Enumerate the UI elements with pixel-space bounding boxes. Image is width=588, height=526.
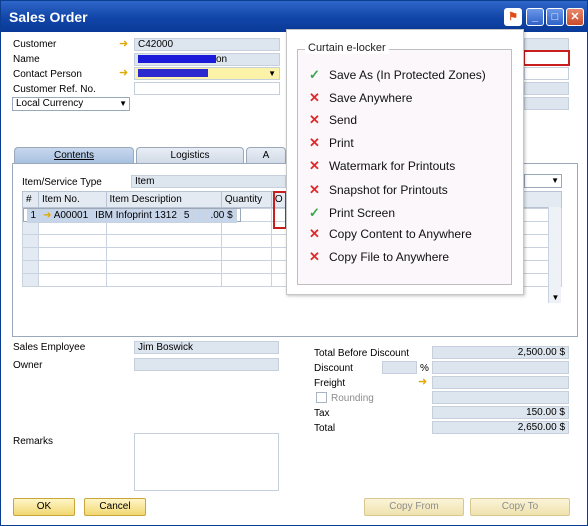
highlight-box-column — [273, 191, 287, 229]
item-type-label: Item/Service Type — [22, 177, 102, 188]
curtain-icon[interactable]: ⚑ — [504, 8, 522, 26]
customer-link-arrow-icon[interactable]: ➜ — [119, 39, 132, 50]
elocker-item-save-as: ✓ Save As (In Protected Zones) — [309, 67, 486, 82]
check-icon: ✓ — [309, 67, 320, 82]
owner-field[interactable] — [134, 358, 279, 371]
elocker-item-send: ✕ Send — [309, 112, 358, 127]
row-total[interactable]: .00 $ — [206, 209, 237, 223]
curtain-elocker-popup: Curtain e-locker ✓ Save As (In Protected … — [286, 29, 524, 295]
cross-icon: ✕ — [309, 112, 320, 127]
total-field[interactable]: 2,650.00 $ — [432, 421, 569, 434]
remarks-field[interactable] — [134, 433, 279, 491]
cross-icon: ✕ — [309, 249, 320, 264]
col-header-item-no[interactable]: Item No. — [37, 191, 107, 208]
total-label: Total — [314, 423, 336, 434]
title-bar: Sales Order ⚑ _ □ ✕ — [1, 1, 587, 32]
grid-scrollbar[interactable]: ▼ — [548, 207, 561, 303]
row-description[interactable]: IBM Infoprint 1312 — [91, 209, 181, 223]
tab-contents[interactable]: Contents — [14, 147, 134, 164]
sales-employee-label: Sales Employee — [13, 342, 86, 353]
col-header-num[interactable]: # — [22, 191, 39, 208]
copy-from-button[interactable]: Copy From — [364, 498, 464, 516]
currency-select[interactable]: Local Currency ▼ — [12, 97, 130, 111]
customer-label: Customer — [13, 39, 57, 50]
ok-button[interactable]: OK — [13, 498, 75, 516]
row-num: 1 — [26, 209, 41, 223]
col-header-quantity[interactable]: Quantity — [220, 191, 272, 208]
chevron-down-icon: ▼ — [551, 176, 559, 185]
col-header-description[interactable]: Item Description — [105, 191, 222, 208]
elocker-item-print-screen: ✓ Print Screen — [309, 205, 396, 220]
elocker-item-copy-content: ✕ Copy Content to Anywhere — [309, 226, 472, 241]
row-quantity[interactable]: 5 — [179, 209, 194, 223]
cross-icon: ✕ — [309, 135, 320, 150]
customer-ref-label: Customer Ref. No. — [13, 84, 96, 95]
row-item-no[interactable]: ➜ A00001 — [39, 209, 93, 223]
elocker-item-snapshot: ✕ Snapshot for Printouts — [309, 182, 448, 197]
minimize-button[interactable]: _ — [526, 8, 544, 26]
close-button[interactable]: ✕ — [566, 8, 584, 26]
percent-sign: % — [420, 363, 429, 374]
customer-field[interactable]: C42000 — [134, 38, 280, 51]
rounding-label: Rounding — [331, 393, 374, 404]
window-title: Sales Order — [9, 9, 88, 25]
elocker-item-watermark: ✕ Watermark for Printouts — [309, 158, 456, 173]
discount-percent-field[interactable] — [382, 361, 417, 374]
contact-dropdown-icon: ▼ — [268, 69, 276, 78]
item-type-field[interactable]: Item — [131, 175, 286, 188]
table-row[interactable]: 1 ➜ A00001 IBM Infoprint 1312 5 .00 $ — [22, 208, 241, 223]
elocker-item-print: ✕ Print — [309, 135, 354, 150]
copy-to-button[interactable]: Copy To — [470, 498, 570, 516]
maximize-button[interactable]: □ — [546, 8, 564, 26]
cancel-button[interactable]: Cancel — [84, 498, 146, 516]
sales-employee-field[interactable]: Jim Boswick — [134, 341, 279, 354]
name-label: Name — [13, 54, 40, 65]
total-before-discount-field[interactable]: 2,500.00 $ — [432, 346, 569, 359]
tab-logistics[interactable]: Logistics — [136, 147, 244, 164]
right-field-3[interactable] — [524, 67, 569, 80]
check-icon: ✓ — [309, 205, 320, 220]
right-field-5[interactable] — [524, 97, 569, 110]
elocker-item-copy-file: ✕ Copy File to Anywhere — [309, 249, 450, 264]
item-link-arrow-icon: ➜ — [43, 210, 52, 221]
freight-label: Freight — [314, 378, 346, 389]
tax-field[interactable]: 150.00 $ — [432, 406, 569, 419]
sales-order-window: Sales Order ⚑ _ □ ✕ Customer ➜ C42000 Na… — [0, 0, 588, 526]
owner-label: Owner — [13, 360, 43, 371]
contact-link-arrow-icon[interactable]: ➜ — [119, 68, 132, 79]
highlight-box-top — [523, 50, 570, 66]
right-field-4[interactable] — [524, 82, 569, 95]
tax-label: Tax — [314, 408, 330, 419]
name-field[interactable]: on — [134, 53, 280, 66]
cross-icon: ✕ — [309, 90, 320, 105]
discount-amount-field[interactable] — [432, 361, 569, 374]
elocker-title: Curtain e-locker — [305, 42, 389, 54]
remarks-label: Remarks — [13, 436, 54, 447]
cross-icon: ✕ — [309, 158, 320, 173]
rounding-field[interactable] — [432, 391, 569, 404]
freight-link-arrow-icon[interactable]: ➜ — [418, 377, 431, 388]
total-before-discount-label: Total Before Discount — [314, 348, 410, 359]
contact-person-field[interactable]: ▼ — [134, 67, 280, 80]
customer-ref-field[interactable] — [134, 82, 280, 95]
discount-label: Discount — [314, 363, 353, 374]
grid-layout-select[interactable]: ▼ — [524, 174, 562, 188]
contact-person-label: Contact Person — [13, 69, 82, 80]
scroll-down-icon: ▼ — [551, 293, 560, 302]
freight-field[interactable] — [432, 376, 569, 389]
elocker-item-save-anywhere: ✕ Save Anywhere — [309, 90, 413, 105]
cross-icon: ✕ — [309, 182, 320, 197]
tab-accounting[interactable]: A — [246, 147, 286, 164]
cross-icon: ✕ — [309, 226, 320, 241]
chevron-down-icon: ▼ — [119, 99, 127, 108]
rounding-checkbox[interactable] — [316, 392, 327, 403]
